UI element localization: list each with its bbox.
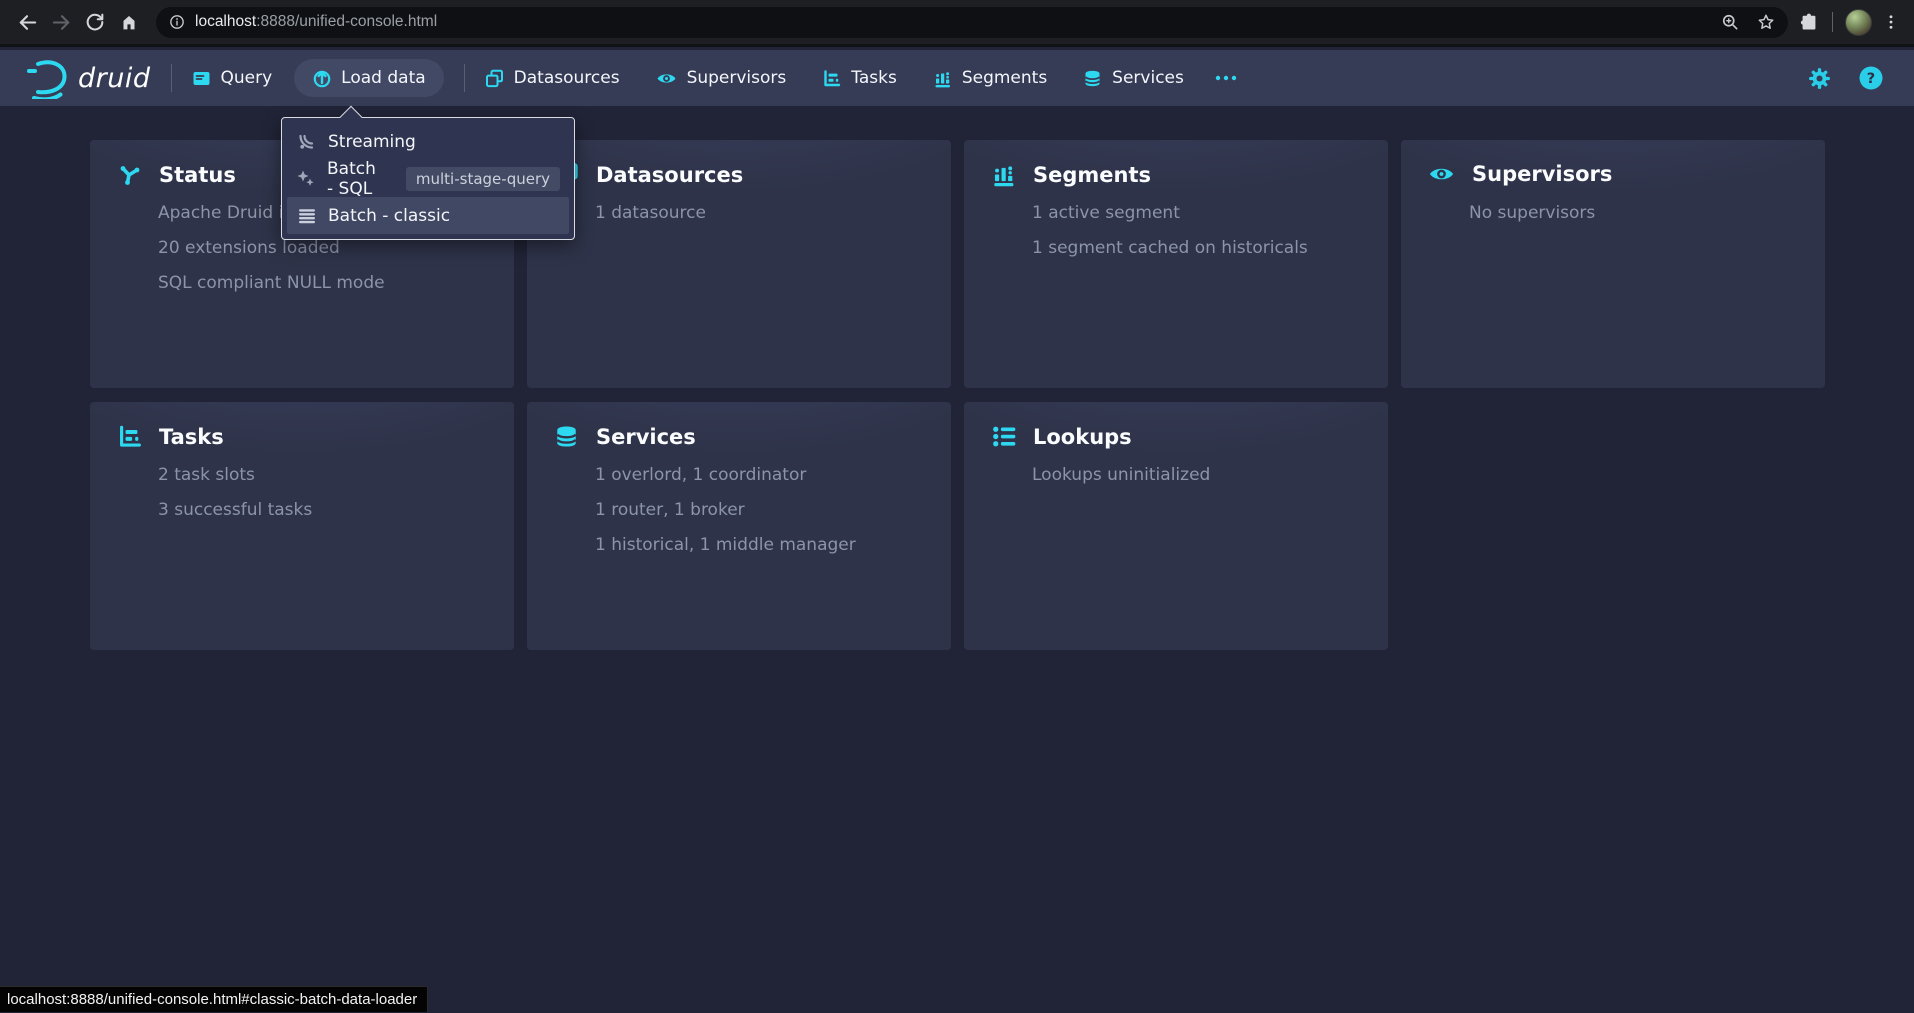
card-line: 3 successful tasks: [158, 493, 494, 528]
status-icon: [117, 162, 142, 187]
reload-icon[interactable]: [78, 5, 112, 39]
load-data-menu: Streaming Batch - SQL multi-stage-query …: [281, 117, 575, 240]
card-segments[interactable]: Segments 1 active segment 1 segment cach…: [964, 140, 1388, 388]
profile-avatar[interactable]: [1845, 9, 1872, 36]
card-line: 1 historical, 1 middle manager: [595, 528, 931, 563]
nav-services-label: Services: [1112, 68, 1184, 88]
nav-segments[interactable]: Segments: [933, 68, 1047, 88]
menu-item-batch-sql[interactable]: Batch - SQL multi-stage-query: [287, 160, 569, 197]
segments-icon: [991, 162, 1016, 187]
forward-icon[interactable]: [44, 5, 78, 39]
card-datasources[interactable]: Datasources 1 datasource: [527, 140, 951, 388]
site-info-icon[interactable]: [168, 13, 186, 31]
menu-label: Batch - SQL: [327, 159, 387, 199]
card-line: 1 overlord, 1 coordinator: [595, 458, 931, 493]
datasources-icon: [485, 69, 504, 88]
druid-logo[interactable]: druid: [24, 57, 151, 99]
card-title: Supervisors: [1472, 162, 1612, 186]
card-line: Lookups uninitialized: [1032, 458, 1368, 493]
sparkles-icon: [296, 169, 316, 189]
card-title: Status: [159, 163, 236, 187]
nav-supervisors[interactable]: Supervisors: [656, 68, 787, 88]
bookmark-star-icon[interactable]: [1756, 12, 1776, 32]
card-tasks[interactable]: Tasks 2 task slots 3 successful tasks: [90, 402, 514, 650]
services-icon: [1083, 69, 1102, 88]
address-bar[interactable]: localhost:8888/unified-console.html: [156, 7, 1788, 38]
card-line: No supervisors: [1469, 196, 1805, 231]
nav-tasks[interactable]: Tasks: [822, 68, 897, 88]
extensions-icon[interactable]: [1798, 11, 1820, 33]
streaming-icon: [296, 132, 317, 152]
menu-label: Batch - classic: [328, 206, 450, 226]
browser-menu-icon[interactable]: [1878, 5, 1904, 39]
menu-label: Streaming: [328, 132, 416, 152]
menu-item-batch-classic[interactable]: Batch - classic: [287, 197, 569, 234]
card-line: 2 task slots: [158, 458, 494, 493]
nav-load-data[interactable]: Load data: [294, 59, 443, 97]
nav-datasources[interactable]: Datasources: [485, 68, 620, 88]
supervisors-eye-icon: [1428, 163, 1455, 185]
card-title: Datasources: [596, 163, 743, 187]
card-title: Tasks: [159, 425, 224, 449]
nav-supervisors-label: Supervisors: [687, 68, 787, 88]
zoom-icon[interactable]: [1720, 12, 1740, 32]
toolbar-divider: [1832, 12, 1833, 32]
card-lookups[interactable]: Lookups Lookups uninitialized: [964, 402, 1388, 650]
card-line: 1 datasource: [595, 196, 931, 231]
nav-load-data-label: Load data: [341, 68, 425, 88]
menu-item-streaming[interactable]: Streaming: [287, 123, 569, 160]
card-title: Services: [596, 425, 696, 449]
nav-segments-label: Segments: [962, 68, 1047, 88]
query-icon: [192, 69, 211, 88]
druid-navbar: druid Query Load data Datasources Superv…: [0, 50, 1914, 106]
link-status-tooltip: localhost:8888/unified-console.html#clas…: [0, 986, 428, 1012]
card-title: Lookups: [1033, 425, 1132, 449]
back-icon[interactable]: [10, 5, 44, 39]
brand-name: druid: [78, 63, 151, 94]
card-line: 1 router, 1 broker: [595, 493, 931, 528]
services-icon: [554, 424, 579, 449]
supervisors-eye-icon: [656, 70, 677, 87]
settings-gear-icon[interactable]: [1807, 66, 1832, 91]
tasks-icon: [822, 69, 841, 88]
help-icon[interactable]: ?: [1858, 65, 1884, 91]
card-services[interactable]: Services 1 overlord, 1 coordinator 1 rou…: [527, 402, 951, 650]
nav-query[interactable]: Query: [192, 68, 273, 88]
card-title: Segments: [1033, 163, 1151, 187]
svg-text:?: ?: [1867, 71, 1875, 87]
segments-icon: [933, 69, 952, 88]
card-line: 1 segment cached on historicals: [1032, 231, 1368, 266]
card-line: 1 active segment: [1032, 196, 1368, 231]
home-icon[interactable]: [112, 5, 146, 39]
card-line: SQL compliant NULL mode: [158, 266, 494, 301]
load-data-icon: [312, 68, 332, 88]
msq-tag: multi-stage-query: [406, 167, 560, 191]
druid-logo-icon: [24, 57, 70, 99]
nav-datasources-label: Datasources: [514, 68, 620, 88]
url-text: localhost:8888/unified-console.html: [195, 13, 437, 31]
nav-services[interactable]: Services: [1083, 68, 1184, 88]
card-supervisors[interactable]: Supervisors No supervisors: [1401, 140, 1825, 388]
nav-divider: [464, 64, 465, 92]
nav-more-icon[interactable]: [1214, 74, 1238, 82]
stacked-lines-icon: [296, 206, 317, 226]
tasks-icon: [117, 424, 142, 449]
browser-toolbar: localhost:8888/unified-console.html: [0, 0, 1914, 47]
nav-tasks-label: Tasks: [851, 68, 897, 88]
nav-divider: [171, 64, 172, 92]
lookups-icon: [991, 424, 1016, 449]
nav-query-label: Query: [221, 68, 273, 88]
